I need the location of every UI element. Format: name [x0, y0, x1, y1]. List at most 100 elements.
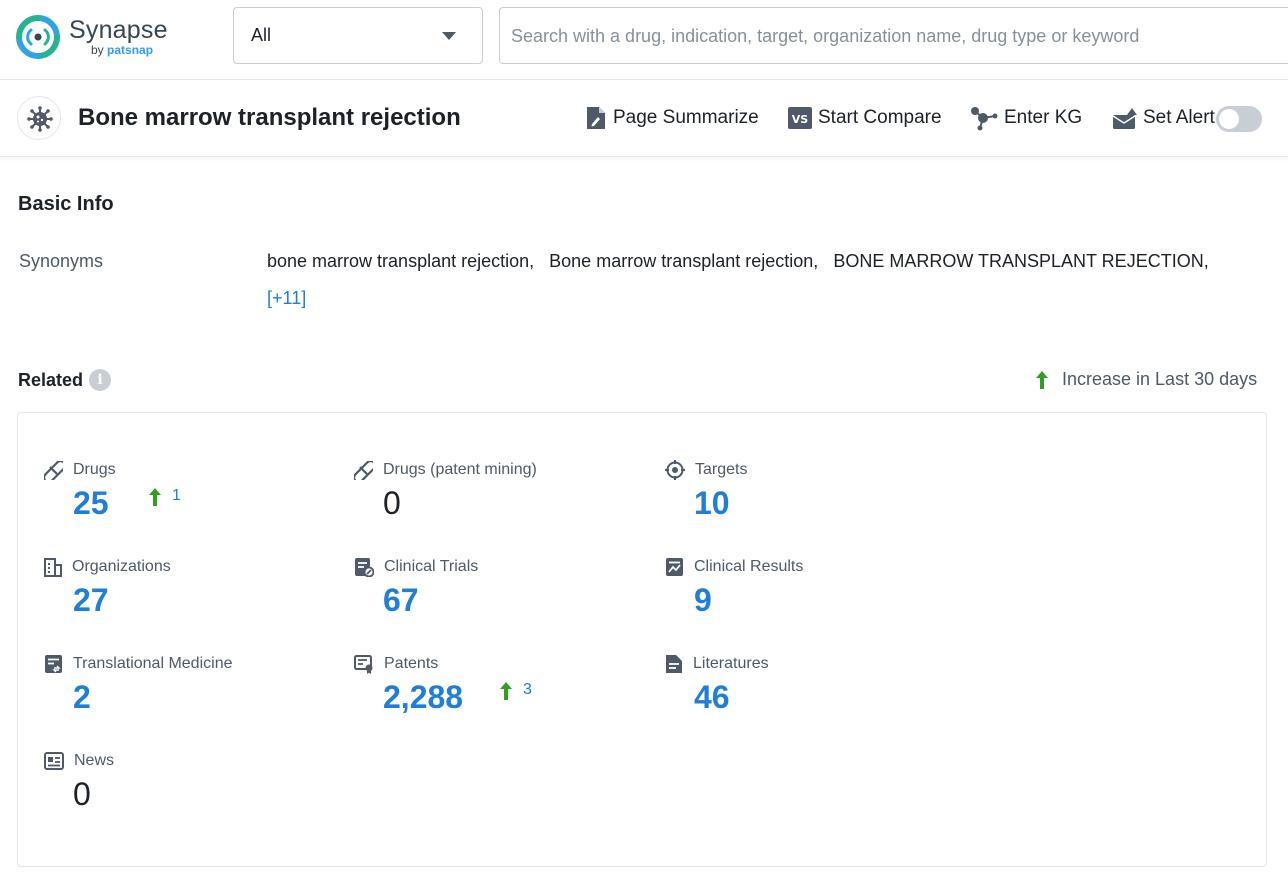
- page-summarize-label: Page Summarize: [613, 107, 759, 129]
- stat-label: Drugs: [73, 461, 116, 479]
- disease-avatar: [17, 96, 61, 140]
- search-scope-value: All: [251, 25, 271, 46]
- brand-by-company: patsnap: [107, 43, 153, 57]
- arrow-up-icon: [1034, 370, 1050, 390]
- stat-targets[interactable]: Targets 10: [665, 459, 965, 539]
- stat-organizations[interactable]: Organizations 27: [44, 556, 344, 636]
- page-title: Bone marrow transplant rejection: [78, 104, 461, 132]
- svg-text:VS: VS: [792, 113, 809, 126]
- alert-toggle[interactable]: [1216, 106, 1262, 132]
- search-input[interactable]: [511, 22, 1281, 50]
- toggle-knob: [1219, 109, 1239, 129]
- caret-down-icon: [442, 32, 456, 40]
- stat-head: Organizations: [44, 556, 171, 578]
- stat-label: News: [74, 752, 114, 770]
- stat-clinical-trials[interactable]: Clinical Trials 67: [354, 556, 654, 636]
- synonym-item: bone marrow transplant rejection,: [267, 251, 534, 271]
- stat-increase[interactable]: 1: [148, 487, 181, 507]
- basic-info-heading: Basic Info: [18, 193, 114, 216]
- arrow-up-icon: [499, 681, 513, 701]
- increase-legend: Increase in Last 30 days: [1034, 369, 1257, 390]
- stat-value[interactable]: 46: [694, 679, 730, 716]
- stat-patents[interactable]: Patents 2,288 3: [354, 653, 654, 733]
- stat-news[interactable]: News 0: [44, 750, 344, 830]
- stat-value[interactable]: 2,288: [383, 679, 463, 716]
- stat-head: Clinical Results: [665, 556, 803, 578]
- synapse-logo[interactable]: Synapse by patsnap: [16, 14, 166, 60]
- synapse-logo-icon: [16, 15, 60, 59]
- synonyms-list: bone marrow transplant rejection, Bone m…: [267, 251, 1219, 272]
- start-compare-button[interactable]: VS Start Compare: [788, 105, 942, 131]
- stat-value: 0: [73, 776, 91, 813]
- stat-head: Literatures: [665, 653, 769, 675]
- alert-mail-icon: [1113, 107, 1137, 129]
- clinical-trial-icon: [354, 557, 374, 577]
- stat-increase-value: 3: [523, 681, 532, 699]
- document-edit-icon: [585, 106, 607, 130]
- stat-value[interactable]: 10: [694, 485, 730, 522]
- search-box: [499, 7, 1288, 64]
- stat-value[interactable]: 27: [73, 582, 109, 619]
- stat-head: News: [44, 750, 114, 772]
- stat-value[interactable]: 25: [73, 485, 109, 522]
- info-icon[interactable]: i: [89, 369, 111, 391]
- stat-drugs[interactable]: Drugs 25 1: [44, 459, 344, 539]
- top-bar: Synapse by patsnap All: [0, 0, 1288, 80]
- set-alert-button[interactable]: Set Alert: [1113, 105, 1215, 131]
- synonyms-label: Synonyms: [19, 251, 103, 272]
- enter-kg-button[interactable]: Enter KG: [970, 105, 1082, 131]
- knowledge-graph-icon: [970, 105, 998, 131]
- entity-header: Bone marrow transplant rejection Page Su…: [0, 80, 1288, 157]
- stat-label: Patents: [384, 655, 438, 673]
- clinical-result-icon: [665, 557, 684, 577]
- stat-label: Literatures: [693, 655, 769, 673]
- stat-value[interactable]: 67: [383, 582, 419, 619]
- stat-label: Clinical Results: [694, 558, 803, 576]
- stat-value: 0: [383, 485, 401, 522]
- pill-icon: [44, 461, 63, 480]
- virus-icon: [27, 106, 53, 132]
- stat-head: Patents: [354, 653, 438, 675]
- set-alert-label: Set Alert: [1143, 107, 1215, 129]
- compare-icon: VS: [788, 107, 812, 129]
- document-icon: [665, 654, 683, 674]
- stat-value[interactable]: 2: [73, 679, 91, 716]
- related-heading-text: Related: [18, 370, 83, 391]
- related-heading: Related i: [18, 369, 111, 391]
- stat-label: Clinical Trials: [384, 558, 478, 576]
- stat-head: Targets: [665, 459, 747, 481]
- stat-clinical-results[interactable]: Clinical Results 9: [665, 556, 965, 636]
- search-scope-select[interactable]: All: [233, 7, 483, 64]
- stat-head: Clinical Trials: [354, 556, 478, 578]
- news-icon: [44, 752, 64, 770]
- stat-translational-medicine[interactable]: Translational Medicine 2: [44, 653, 344, 733]
- arrow-up-icon: [148, 487, 162, 507]
- synonyms-more-link[interactable]: [+11]: [267, 288, 306, 309]
- increase-legend-label: Increase in Last 30 days: [1062, 369, 1257, 390]
- synonym-item: Bone marrow transplant rejection,: [549, 251, 818, 271]
- brand-name: Synapse: [69, 16, 168, 45]
- stat-increase[interactable]: 3: [499, 681, 532, 701]
- synonym-item: BONE MARROW TRANSPLANT REJECTION,: [833, 251, 1208, 271]
- patent-icon: [354, 654, 374, 674]
- brand-by: by: [91, 43, 104, 57]
- building-icon: [44, 558, 62, 577]
- brand-byline: by patsnap: [91, 43, 153, 57]
- stat-label: Translational Medicine: [73, 655, 232, 673]
- page-summarize-button[interactable]: Page Summarize: [585, 105, 759, 131]
- start-compare-label: Start Compare: [818, 107, 942, 129]
- stat-value[interactable]: 9: [694, 582, 712, 619]
- stat-head: Drugs (patent mining): [354, 459, 537, 481]
- translational-icon: [44, 654, 63, 674]
- related-stats-card: Drugs 25 1 Drugs (patent mining) 0: [17, 412, 1267, 867]
- stat-literatures[interactable]: Literatures 46: [665, 653, 965, 733]
- stat-label: Drugs (patent mining): [383, 461, 537, 479]
- stat-increase-value: 1: [172, 487, 181, 505]
- target-icon: [665, 460, 685, 480]
- stat-drugs-patent-mining[interactable]: Drugs (patent mining) 0: [354, 459, 654, 539]
- stat-label: Organizations: [72, 558, 171, 576]
- stat-head: Translational Medicine: [44, 653, 232, 675]
- pill-icon: [354, 461, 373, 480]
- enter-kg-label: Enter KG: [1004, 107, 1082, 129]
- stat-head: Drugs: [44, 459, 116, 481]
